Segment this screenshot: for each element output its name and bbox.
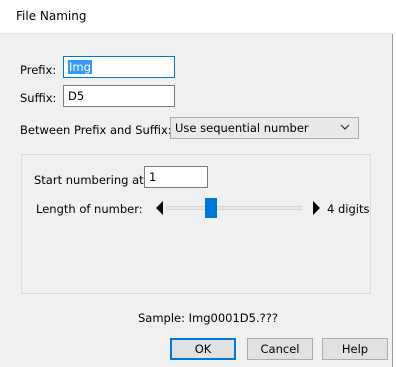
suffix-value: D5 — [68, 89, 85, 103]
chevron-down-icon — [340, 124, 350, 130]
ok-button[interactable]: OK — [170, 338, 236, 360]
between-select-value: Use sequential number — [175, 121, 309, 135]
title-bar: File Naming — [0, 0, 393, 34]
between-label: Between Prefix and Suffix: — [20, 123, 172, 137]
sample-text: Sample: Img0001D5.??? — [138, 311, 278, 325]
prefix-label: Prefix: — [20, 63, 57, 77]
start-numbering-value: 1 — [149, 170, 157, 184]
start-numbering-label: Start numbering at: — [34, 173, 148, 187]
dialog-title: File Naming — [16, 9, 87, 23]
file-naming-dialog: File Naming Prefix: Img Suffix: D5 Betwe… — [0, 0, 393, 367]
suffix-input[interactable]: D5 — [63, 85, 175, 107]
help-button[interactable]: Help — [322, 338, 388, 360]
prefix-value: Img — [68, 60, 92, 74]
length-slider-track[interactable] — [166, 206, 302, 210]
cancel-button[interactable]: Cancel — [247, 338, 313, 360]
increase-arrow-icon[interactable] — [313, 201, 320, 215]
length-slider-thumb[interactable] — [205, 198, 217, 218]
between-select[interactable]: Use sequential number — [170, 117, 359, 139]
suffix-label: Suffix: — [20, 91, 57, 105]
length-of-number-label: Length of number: — [36, 202, 143, 216]
start-numbering-input[interactable]: 1 — [144, 166, 208, 188]
length-value-label: 4 digits — [327, 202, 370, 216]
decrease-arrow-icon[interactable] — [156, 201, 163, 215]
prefix-input[interactable]: Img — [63, 56, 175, 78]
